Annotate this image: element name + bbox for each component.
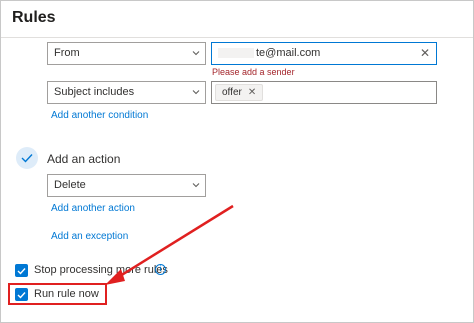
annotation-arrow	[105, 204, 234, 285]
rules-dialog: Rules From te@mail.com ✕ Please add a se…	[0, 0, 474, 323]
